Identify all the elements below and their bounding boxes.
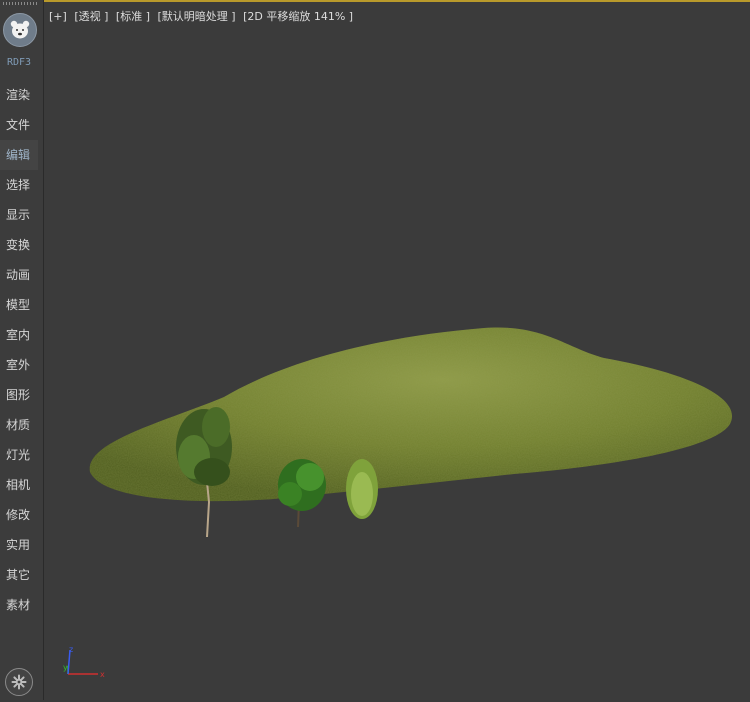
axis-y-label: y	[63, 663, 68, 672]
plugin-sidebar: RDF3 渲染 文件 编辑 选择 显示 变换 动画 模型 室内 室外 图形 材质…	[0, 0, 44, 700]
drag-handle[interactable]	[3, 2, 37, 5]
sidebar-item-lights[interactable]: 灯光	[0, 440, 43, 470]
sidebar-item-materials[interactable]: 材质	[0, 410, 43, 440]
sidebar-item-model[interactable]: 模型	[0, 290, 43, 320]
viewport-label: [+] [透视 ] [标准 ] [默认明暗处理 ] [2D 平移缩放 141% …	[49, 8, 357, 24]
sidebar-item-transform[interactable]: 变换	[0, 230, 43, 260]
sidebar-item-other[interactable]: 其它	[0, 560, 43, 590]
viewport-menu-plus[interactable]: [+]	[49, 10, 67, 23]
sidebar-item-modify[interactable]: 修改	[0, 500, 43, 530]
perspective-viewport[interactable]: [+] [透视 ] [标准 ] [默认明暗处理 ] [2D 平移缩放 141% …	[44, 0, 750, 700]
sidebar-item-utilities[interactable]: 实用	[0, 530, 43, 560]
sidebar-item-interior[interactable]: 室内	[0, 320, 43, 350]
axis-z-label: z	[69, 645, 73, 654]
axis-x-label: x	[100, 670, 105, 679]
viewport-pan-zoom[interactable]: [2D 平移缩放 141% ]	[243, 10, 353, 23]
sidebar-item-display[interactable]: 显示	[0, 200, 43, 230]
sidebar-item-shapes[interactable]: 图形	[0, 380, 43, 410]
sidebar-item-render[interactable]: 渲染	[0, 80, 43, 110]
sidebar-menu: 渲染 文件 编辑 选择 显示 变换 动画 模型 室内 室外 图形 材质 灯光 相…	[0, 80, 43, 620]
viewport-shading[interactable]: [默认明暗处理 ]	[158, 10, 236, 23]
brand-label: RDF3	[6, 57, 32, 68]
tree-tall	[176, 407, 232, 538]
settings-gear-icon[interactable]	[5, 668, 33, 696]
bear-logo-icon[interactable]	[3, 13, 37, 47]
sidebar-item-file[interactable]: 文件	[0, 110, 43, 140]
shrub-conifer	[346, 459, 378, 519]
sidebar-item-assets[interactable]: 素材	[0, 590, 43, 620]
scene-render	[89, 327, 733, 538]
tree-bush	[278, 459, 326, 528]
sidebar-item-exterior[interactable]: 室外	[0, 350, 43, 380]
viewport-view-perspective[interactable]: [透视 ]	[74, 10, 108, 23]
sidebar-item-animation[interactable]: 动画	[0, 260, 43, 290]
sidebar-item-camera[interactable]: 相机	[0, 470, 43, 500]
sidebar-item-edit[interactable]: 编辑	[0, 140, 38, 170]
viewport-mode-standard[interactable]: [标准 ]	[116, 10, 150, 23]
axis-tripod-icon: x y z	[63, 645, 105, 679]
sidebar-item-select[interactable]: 选择	[0, 170, 43, 200]
